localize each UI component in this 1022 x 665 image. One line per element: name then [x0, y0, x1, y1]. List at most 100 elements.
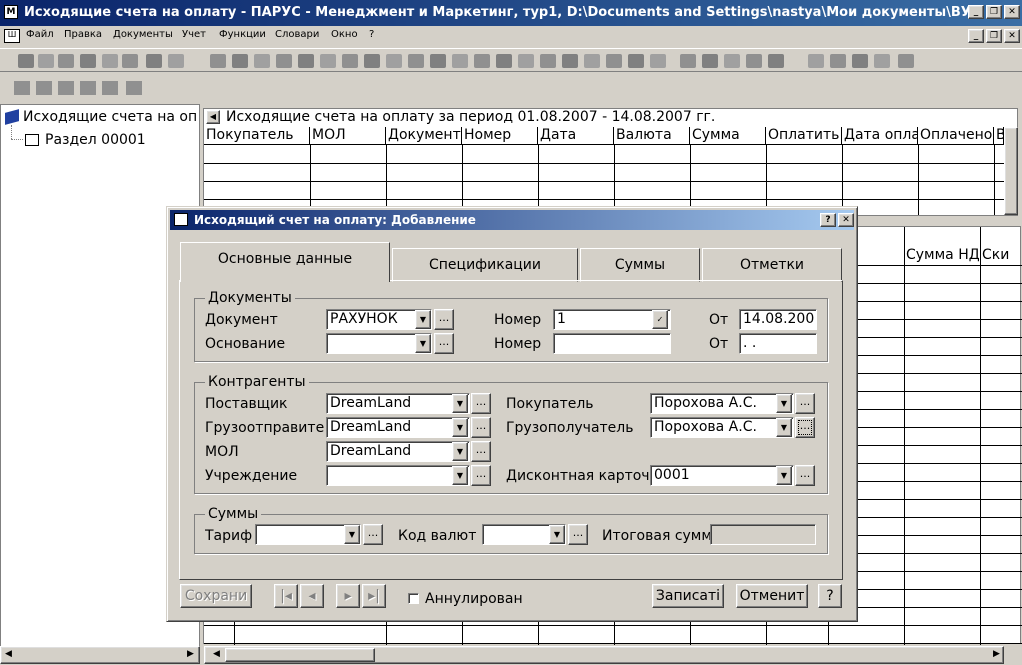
- toolbar-icon[interactable]: [768, 54, 784, 68]
- menu-window[interactable]: Окно: [331, 29, 358, 40]
- col-header[interactable]: Оплачено: [918, 127, 994, 145]
- toolbar-icon[interactable]: [342, 54, 358, 68]
- toolbar-icon[interactable]: [254, 54, 270, 68]
- tree-child[interactable]: Раздел 00001: [45, 132, 146, 148]
- buyer-ellipsis-button[interactable]: ...: [795, 393, 815, 414]
- col-header[interactable]: В: [994, 127, 1004, 145]
- mdi-minimize-button[interactable]: _: [968, 29, 984, 43]
- minimize-button[interactable]: _: [968, 5, 984, 19]
- toolbar-icon[interactable]: [102, 54, 118, 68]
- toolbar-icon[interactable]: [210, 54, 226, 68]
- menu-accounting[interactable]: Учет: [182, 29, 206, 40]
- toolbar-icon[interactable]: [746, 54, 762, 68]
- toolbar-icon[interactable]: [496, 54, 512, 68]
- toolbar-icon[interactable]: [680, 54, 696, 68]
- toolbar-icon[interactable]: [122, 54, 138, 68]
- save-button[interactable]: Сохрани: [180, 584, 252, 608]
- toolbar-icon[interactable]: [830, 54, 846, 68]
- num2-input[interactable]: [553, 333, 671, 354]
- institution-ellipsis-button[interactable]: ...: [471, 465, 491, 486]
- menu-dictionaries[interactable]: Словари: [275, 29, 319, 40]
- toolbar-icon[interactable]: [386, 54, 402, 68]
- toolbar-icon[interactable]: [232, 54, 248, 68]
- toolbar-icon[interactable]: [126, 81, 142, 95]
- card-ellipsis-button[interactable]: ...: [795, 465, 815, 486]
- first-record-button[interactable]: |◂: [274, 584, 298, 608]
- toolbar-icon[interactable]: [58, 54, 74, 68]
- toolbar-icon[interactable]: [606, 54, 622, 68]
- toolbar-icon[interactable]: [168, 54, 184, 68]
- grid-vscroll[interactable]: [1004, 127, 1018, 215]
- tab-sums[interactable]: Суммы: [580, 248, 700, 282]
- menu-documents[interactable]: Документы: [113, 29, 173, 40]
- col-header-disc[interactable]: Ски: [980, 247, 1020, 265]
- consignee-ellipsis-button[interactable]: ...: [795, 417, 815, 438]
- toolbar-icon[interactable]: [276, 54, 292, 68]
- tariff-ellipsis-button[interactable]: ...: [363, 524, 383, 545]
- toolbar-icon[interactable]: [650, 54, 666, 68]
- mol-select[interactable]: DreamLand: [326, 441, 470, 462]
- toolbar-icon[interactable]: [80, 81, 96, 95]
- toolbar-icon[interactable]: [102, 81, 118, 95]
- toolbar-icon[interactable]: [852, 54, 868, 68]
- col-header[interactable]: Валюта: [614, 127, 690, 145]
- num-check-button[interactable]: ✓: [652, 310, 668, 329]
- toolbar-icon[interactable]: [18, 54, 34, 68]
- toolbar-icon[interactable]: [808, 54, 824, 68]
- col-header[interactable]: Дата опла: [842, 127, 918, 145]
- toolbar-icon[interactable]: [518, 54, 534, 68]
- menu-functions[interactable]: Функции: [219, 29, 266, 40]
- currency-dropdown-button[interactable]: ▼: [549, 525, 565, 544]
- supplier-select[interactable]: DreamLand: [326, 393, 470, 414]
- toolbar-icon[interactable]: [364, 54, 380, 68]
- toolbar-icon[interactable]: [146, 54, 162, 68]
- toolbar-icon[interactable]: [408, 54, 424, 68]
- toolbar-icon[interactable]: [38, 54, 54, 68]
- consignee-select[interactable]: Порохова А.С.: [650, 417, 794, 438]
- toolbar-icon[interactable]: [452, 54, 468, 68]
- col-header[interactable]: МОЛ: [310, 127, 386, 145]
- mdi-close-button[interactable]: ✕: [1004, 29, 1020, 43]
- toolbar-icon[interactable]: [430, 54, 446, 68]
- shipper-ellipsis-button[interactable]: ...: [471, 417, 491, 438]
- toolbar-icon[interactable]: [540, 54, 556, 68]
- col-header[interactable]: Сумма: [690, 127, 766, 145]
- toolbar-icon[interactable]: [562, 54, 578, 68]
- toolbar-icon[interactable]: [14, 81, 30, 95]
- doc-dropdown-button[interactable]: ▼: [415, 310, 431, 329]
- currency-ellipsis-button[interactable]: ...: [568, 524, 588, 545]
- tab-specifications[interactable]: Спецификации: [392, 248, 578, 282]
- tree-root[interactable]: Исходящие счета на оп: [23, 109, 197, 125]
- write-button[interactable]: Записаті: [652, 584, 724, 608]
- from-date-input[interactable]: 14.08.200: [739, 309, 817, 330]
- toolbar-icon[interactable]: [474, 54, 490, 68]
- toolbar-icon[interactable]: [584, 54, 600, 68]
- cancel-button[interactable]: Отменит: [736, 584, 808, 608]
- menu-file[interactable]: Файл: [26, 29, 54, 40]
- buyer-dropdown-button[interactable]: ▼: [776, 394, 792, 413]
- basis-ellipsis-button[interactable]: ...: [434, 333, 454, 354]
- toolbar-icon[interactable]: [36, 81, 52, 95]
- help-button[interactable]: ?: [818, 584, 842, 608]
- toolbar-icon[interactable]: [874, 54, 890, 68]
- col-header[interactable]: Документ: [386, 127, 462, 145]
- toolbar-icon[interactable]: [298, 54, 314, 68]
- toolbar-icon[interactable]: [628, 54, 644, 68]
- next-record-button[interactable]: ▸: [336, 584, 360, 608]
- toolbar-icon[interactable]: [320, 54, 336, 68]
- doc-icon[interactable]: Ш: [4, 29, 20, 43]
- toolbar-icon[interactable]: [898, 54, 914, 68]
- toolbar-icon[interactable]: [80, 54, 96, 68]
- menu-edit[interactable]: Правка: [64, 29, 102, 40]
- close-button[interactable]: ✕: [1004, 5, 1020, 19]
- toolbar-icon[interactable]: [702, 54, 718, 68]
- col-header[interactable]: Оплатить: [766, 127, 842, 145]
- menu-help[interactable]: ?: [369, 29, 374, 40]
- col-header[interactable]: Номер: [462, 127, 538, 145]
- shipper-dropdown-button[interactable]: ▼: [452, 418, 468, 437]
- grid-hscroll[interactable]: ◀ ▶: [204, 646, 1004, 664]
- tab-main-data[interactable]: Основные данные: [180, 242, 390, 282]
- last-record-button[interactable]: ▸|: [362, 584, 386, 608]
- basis-dropdown-button[interactable]: ▼: [415, 334, 431, 353]
- cancelled-checkbox[interactable]: [408, 593, 419, 604]
